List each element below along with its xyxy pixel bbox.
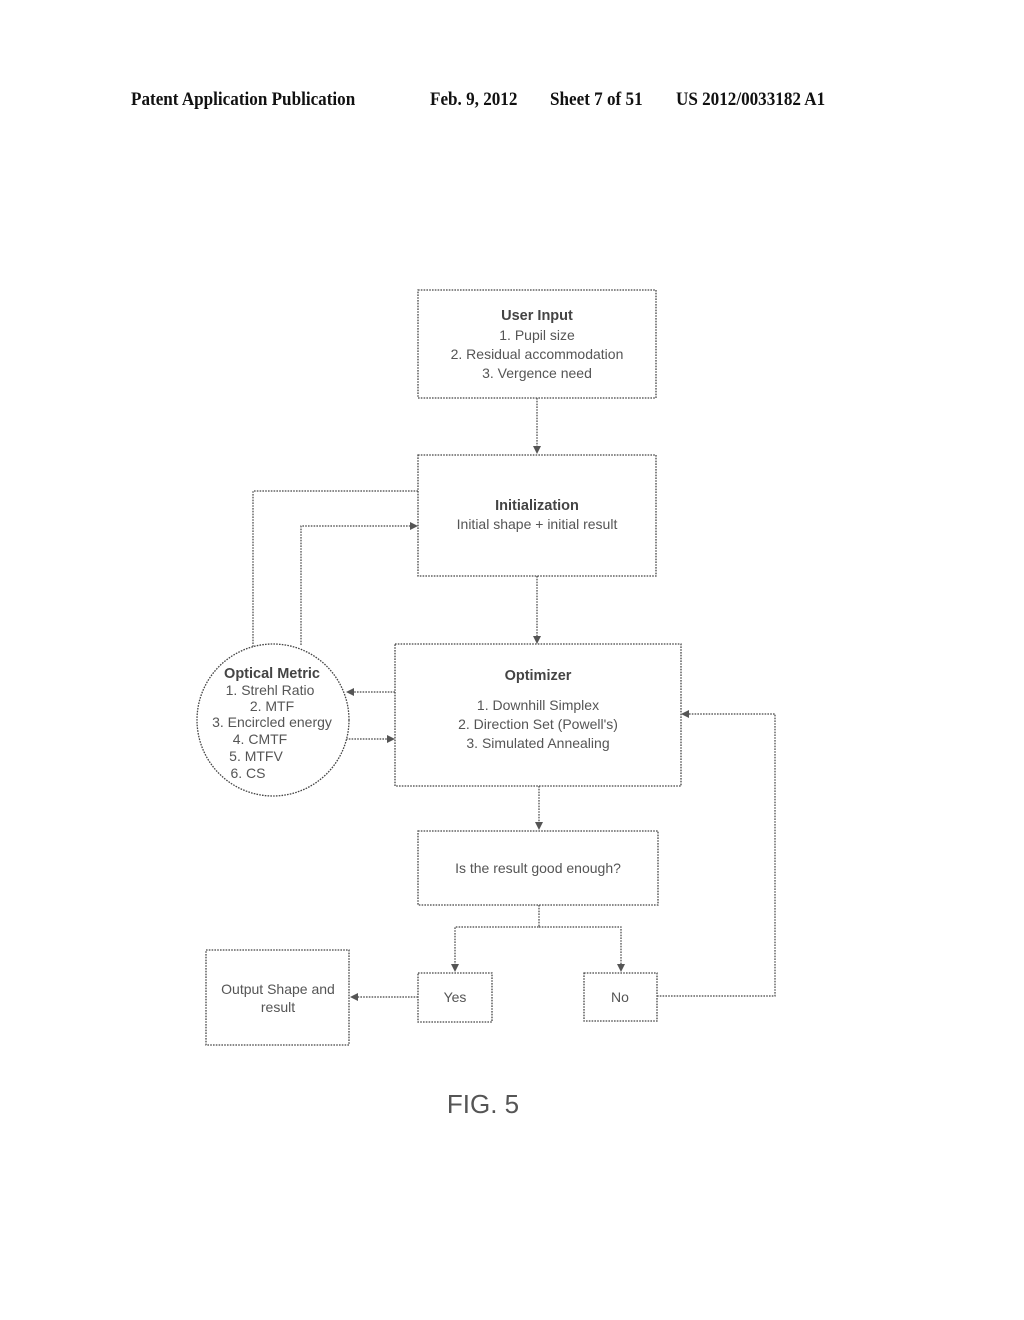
node-decision: Is the result good enough? xyxy=(417,830,659,906)
node-title: Initialization xyxy=(495,498,579,514)
node-item: 3. Simulated Annealing xyxy=(466,735,609,751)
node-item: 1. Pupil size xyxy=(499,327,575,343)
node-item: 3. Vergence need xyxy=(482,365,592,381)
no-label: No xyxy=(611,989,629,1005)
arrow-head xyxy=(346,688,354,696)
edge-opticalmetric-initialization xyxy=(300,525,416,645)
output-label-line: result xyxy=(261,999,295,1015)
yes-label: Yes xyxy=(444,989,467,1005)
node-item: 1. Downhill Simplex xyxy=(477,697,599,713)
node-optical-metric: Optical Metric 1. Strehl Ratio 2. MTF 3.… xyxy=(196,643,350,797)
node-initialization: Initialization Initial shape + initial r… xyxy=(417,454,657,577)
arrow-head xyxy=(533,636,541,644)
node-yes: Yes xyxy=(417,972,493,1023)
arrow-head xyxy=(617,964,625,972)
node-item: Initial shape + initial result xyxy=(457,516,618,532)
arrow-head xyxy=(387,735,395,743)
node-item: 2. Direction Set (Powell's) xyxy=(458,716,618,732)
node-item: 1. Strehl Ratio xyxy=(226,682,315,698)
node-item: 2. MTF xyxy=(250,698,294,714)
figure-label: FIG. 5 xyxy=(447,1089,519,1119)
arrow-head xyxy=(533,446,541,454)
node-item: 6. CS xyxy=(230,765,265,781)
output-label-line: Output Shape and xyxy=(221,981,335,997)
node-title: Optical Metric xyxy=(224,666,320,682)
node-no: No xyxy=(583,972,658,1022)
node-user-input: User Input 1. Pupil size 2. Residual acc… xyxy=(417,289,657,399)
arrow-head xyxy=(681,710,689,718)
node-output: Output Shape and result xyxy=(205,949,350,1046)
node-item: 3. Encircled energy xyxy=(212,714,332,730)
node-item: 5. MTFV xyxy=(229,748,283,764)
node-title: Optimizer xyxy=(505,668,572,684)
node-item: 4. CMTF xyxy=(233,731,287,747)
edge-decision-no xyxy=(539,926,622,970)
node-title: User Input xyxy=(501,308,573,324)
flowchart: User Input 1. Pupil size 2. Residual acc… xyxy=(196,289,776,1119)
arrow-head xyxy=(451,964,459,972)
node-item: 2. Residual accommodation xyxy=(451,346,624,362)
edge-initialization-opticalmetric xyxy=(252,490,418,666)
arrow-head xyxy=(535,822,543,830)
decision-label: Is the result good enough? xyxy=(455,860,621,876)
arrow-head xyxy=(410,522,418,530)
edge-decision-yes xyxy=(454,905,540,970)
node-optimizer: Optimizer 1. Downhill Simplex 2. Directi… xyxy=(394,643,682,787)
arrow-head xyxy=(350,993,358,1001)
